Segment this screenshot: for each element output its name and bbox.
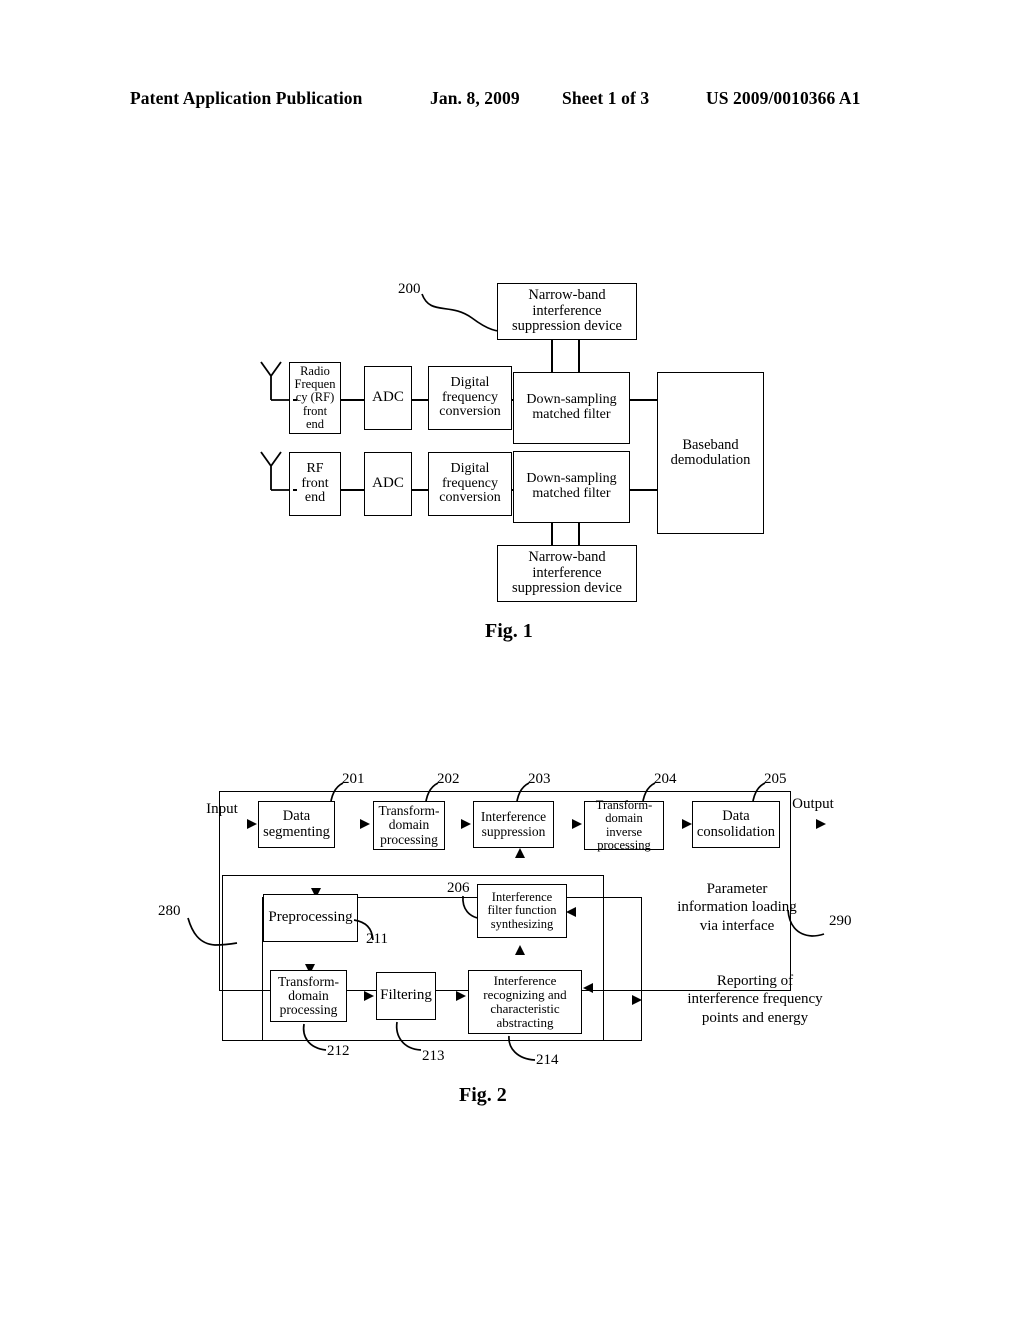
fig2-block-transform-domain-processing-label: Transform- domain processing <box>378 803 440 847</box>
fig2-arrowhead-synth-from-recognizing <box>515 945 525 955</box>
fig2-output-line <box>0 12 38 14</box>
ref-290-leader-line <box>787 909 825 937</box>
ref-213-leader-line <box>395 1021 422 1051</box>
fig2-block-filtering: Filtering <box>376 972 436 1020</box>
fig2-block-filtering-label: Filtering <box>380 987 432 1004</box>
fig2-block-data-consolidation: Data consolidation <box>692 801 780 848</box>
fig2-link-preprocessing-to-tdp2 <box>0 57 2 83</box>
fig2-input-arrowhead <box>247 819 257 829</box>
ref-211-label: 211 <box>366 931 388 947</box>
fig2-input-label: Input <box>206 801 238 817</box>
fig2-block-data-segmenting: Data segmenting <box>258 801 335 848</box>
fig2-block-transform-domain-inverse-processing-label: Transform- domain inverse processing <box>595 798 653 852</box>
fig2-block-preprocessing: Preprocessing <box>263 894 358 942</box>
fig2-param-arrowhead-to-recognizing <box>583 983 593 993</box>
fig2-block-transform-domain-processing-2-label: Transform- domain processing <box>277 973 339 1018</box>
fig2-annotation-reporting: Reporting of interference frequency poin… <box>687 973 823 1026</box>
fig2-block-interference-suppression: Interference suppression <box>473 801 554 848</box>
fig2-block-interference-filter-function-synthesizing-label: Interference filter function synthesizin… <box>487 890 557 931</box>
ref-212-label: 212 <box>327 1043 350 1059</box>
fig2-param-line-vertical <box>0 138 2 216</box>
fig2-arrowhead-consolidation-in <box>682 819 692 829</box>
figure-2: 201 202 203 204 205 Input Data segmentin… <box>0 0 1024 1130</box>
fig2-reporting-arrowhead <box>632 995 642 1005</box>
fig2-block-transform-domain-processing-2: Transform- domain processing <box>270 970 347 1022</box>
fig2-arrowhead-transform-in <box>360 819 370 829</box>
fig2-block-interference-filter-function-synthesizing: Interference filter function synthesizin… <box>477 884 567 938</box>
ref-280-label: 280 <box>158 903 181 919</box>
fig2-branch-segmenting-to-preprocessing <box>0 14 2 57</box>
fig2-block-interference-suppression-label: Interference suppression <box>480 809 547 839</box>
ref-280-leader-line <box>187 917 238 946</box>
fig2-arrowhead-recognizing-in <box>456 991 466 1001</box>
fig2-output-label: Output <box>792 796 834 812</box>
fig2-arrowhead-filtering-in <box>364 991 374 1001</box>
fig2-arrowhead-suppression-in <box>461 819 471 829</box>
figure-2-caption: Fig. 2 <box>459 1084 507 1106</box>
ref-214-leader-line <box>508 1035 536 1061</box>
fig2-param-line-horizontal <box>0 135 120 137</box>
fig2-link-synth-to-suppression <box>0 83 2 110</box>
fig2-block-interference-recognizing: Interference recognizing and characteris… <box>468 970 582 1034</box>
fig2-block-data-consolidation-label: Data consolidation <box>696 808 776 840</box>
ref-214-label: 214 <box>536 1052 559 1068</box>
fig2-arrowhead-suppression-from-synth <box>515 848 525 858</box>
fig2-block-data-segmenting-label: Data segmenting <box>263 808 330 840</box>
fig2-block-interference-recognizing-label: Interference recognizing and characteris… <box>483 973 567 1030</box>
fig2-param-arrowhead-to-synth <box>566 907 576 917</box>
fig2-arrowhead-inverse-in <box>572 819 582 829</box>
ref-212-leader-line <box>302 1023 327 1051</box>
fig2-reporting-line <box>0 218 52 220</box>
fig2-link-recognizing-to-synth <box>0 110 2 130</box>
fig2-output-arrowhead <box>816 819 826 829</box>
fig2-block-transform-domain-inverse-processing: Transform- domain inverse processing <box>584 798 664 852</box>
ref-290-label: 290 <box>829 913 852 929</box>
fig2-block-transform-domain-processing: Transform- domain processing <box>373 801 445 850</box>
fig2-block-preprocessing-label: Preprocessing <box>268 909 353 926</box>
ref-213-label: 213 <box>422 1048 445 1064</box>
